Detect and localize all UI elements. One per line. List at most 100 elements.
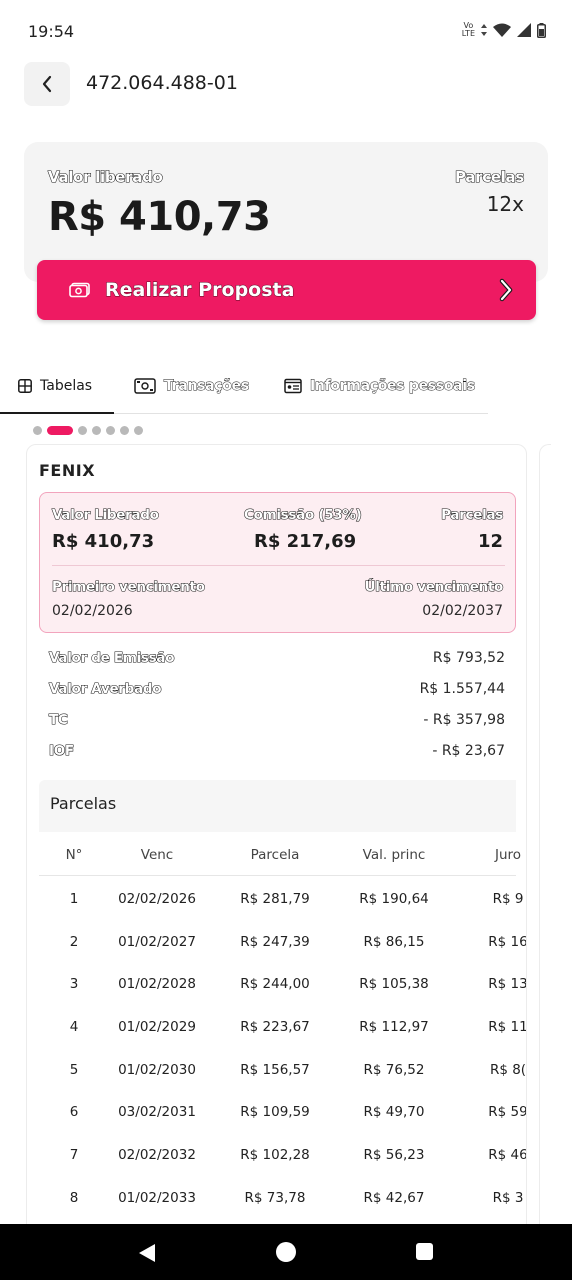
cell-venc: 02/02/2026: [118, 891, 196, 907]
pager-dot[interactable]: [106, 426, 115, 435]
hl-comissao-label: Comissão (53%): [243, 506, 362, 523]
cell-parcela: R$ 281,79: [240, 891, 310, 907]
hl-primeiro-value: 02/02/2026: [52, 603, 133, 619]
cell-parcela: R$ 102,28: [240, 1147, 310, 1164]
column-header: N°: [65, 847, 83, 863]
cell-num: 7: [69, 1147, 79, 1164]
pager-dots: [33, 426, 143, 435]
tab-informacoes-pessoais[interactable]: Informações pessoais: [284, 378, 476, 395]
cell-parcela: R$ 244,00: [240, 976, 310, 993]
hl-parcelas-value: 12: [477, 531, 503, 552]
cell-venc: 01/02/2029: [118, 1019, 196, 1036]
cell-num: 3: [69, 976, 79, 993]
nav-back-icon[interactable]: [138, 1243, 156, 1263]
cell-juro: R$ 9: [492, 891, 524, 907]
money-icon: [134, 378, 156, 394]
parcelas-value: 12x: [486, 192, 524, 216]
cell-parcela: R$ 156,57: [240, 1061, 310, 1078]
nav-home-icon[interactable]: [276, 1242, 296, 1262]
cell-val-princ: R$ 76,52: [363, 1061, 425, 1078]
hl-comissao-value: R$ 217,69: [254, 531, 357, 552]
parcelas-title: Parcelas: [50, 794, 117, 813]
column-header: Parcela: [250, 847, 300, 863]
tab-transacoes[interactable]: Transações: [134, 378, 250, 394]
cell-juro: R$ 13: [488, 976, 527, 993]
highlight-box: Valor Liberado R$ 410,73 Comissão (53%) …: [39, 492, 516, 633]
cell-num: 6: [69, 1104, 79, 1121]
hl-ultimo-value: 02/02/2037: [422, 603, 503, 619]
cell-venc: 01/02/2028: [118, 976, 196, 993]
money-icon: [69, 282, 90, 298]
table-row: 6 03/02/2031 R$ 109,59 R$ 49,70 R$ 59: [39, 1089, 526, 1132]
hl-valor-label: Valor Liberado: [51, 506, 159, 523]
detail-value: - R$ 23,67: [432, 743, 505, 759]
tab-tabelas-label: Tabelas: [40, 378, 93, 394]
detail-label: Valor de Emissão: [48, 649, 175, 666]
table-row: 4 01/02/2029 R$ 223,67 R$ 112,97 R$ 11: [39, 1004, 526, 1047]
cell-juro: R$ 8(: [489, 1061, 527, 1078]
realizar-proposta-button[interactable]: Realizar Proposta: [37, 260, 536, 320]
hl-ultimo-label: Último vencimento: [364, 578, 504, 595]
detail-row-emissao: Valor de Emissão R$ 793,52: [48, 649, 505, 681]
detail-row-averbado: Valor Averbado R$ 1.557,44: [48, 680, 505, 712]
cell-val-princ: R$ 105,38: [359, 976, 429, 993]
valor-liberado-label: Valor liberado: [47, 167, 163, 186]
pager-dot[interactable]: [33, 426, 42, 435]
volte-icon: Vo LTE: [461, 21, 475, 38]
parcelas-table[interactable]: N° Venc Parcela Val. princ Juro 1 02/02/…: [39, 832, 526, 1218]
tab-informacoes-label: Informações pessoais: [310, 378, 476, 395]
cell-venc: 01/02/2027: [118, 933, 196, 950]
back-button[interactable]: [24, 62, 70, 106]
table-row: 7 02/02/2032 R$ 102,28 R$ 56,23 R$ 46: [39, 1132, 526, 1175]
pager-dot[interactable]: [120, 426, 129, 435]
pager-dot[interactable]: [92, 426, 101, 435]
column-header: Venc: [140, 847, 174, 863]
parcelas-label: Parcelas: [454, 167, 524, 186]
table-row: 1 02/02/2026 R$ 281,79 R$ 190,64 R$ 9: [39, 876, 524, 919]
cell-juro: R$ 16: [488, 933, 527, 950]
cell-val-princ: R$ 86,15: [363, 933, 425, 950]
table-row: 3 01/02/2028 R$ 244,00 R$ 105,38 R$ 13: [39, 961, 526, 1004]
table-body: 1 02/02/2026 R$ 281,79 R$ 190,64 R$ 9 2 …: [39, 876, 526, 1218]
details-list: Valor de Emissão R$ 793,52 Valor Averbad…: [48, 649, 505, 774]
nav-recents-icon[interactable]: [416, 1243, 433, 1260]
cell-juro: R$ 3: [492, 1189, 524, 1206]
hl-primeiro-label: Primeiro vencimento: [51, 578, 205, 595]
pager-dot[interactable]: [78, 426, 87, 435]
cell-num: 8: [69, 1189, 79, 1206]
tab-bar: Tabelas Transações Informações pessoais: [0, 370, 572, 414]
status-bar: 19:54 Vo LTE: [0, 0, 572, 64]
battery-icon: [537, 22, 546, 38]
valor-liberado-value: R$ 410,73: [48, 194, 271, 240]
column-header: Val. princ: [362, 847, 426, 863]
hl-valor-value: R$ 410,73: [52, 531, 155, 552]
cell-venc: 01/02/2033: [118, 1189, 196, 1206]
parcelas-section-header: Parcelas: [39, 780, 516, 832]
chevron-right-icon: [499, 278, 513, 302]
table-row: 2 01/02/2027 R$ 247,39 R$ 86,15 R$ 16: [39, 919, 526, 962]
pager-dot[interactable]: [134, 426, 143, 435]
table-row: 8 01/02/2033 R$ 73,78 R$ 42,67 R$ 3: [39, 1175, 524, 1218]
tab-divider: [114, 413, 488, 414]
detail-label: TC: [48, 711, 68, 728]
pager-dot-active[interactable]: [47, 426, 73, 435]
wifi-icon: [493, 23, 511, 37]
next-card-edge[interactable]: [539, 444, 551, 1244]
tabela-card: FENIX Valor Liberado R$ 410,73 Comissão …: [26, 444, 527, 1244]
page-title: 472.064.488-01: [86, 72, 238, 94]
header: 472.064.488-01: [0, 60, 572, 108]
cell-venc: 03/02/2031: [118, 1104, 196, 1121]
table-header: N° Venc Parcela Val. princ Juro: [39, 832, 521, 876]
cell-venc: 02/02/2032: [118, 1147, 196, 1164]
cell-parcela: R$ 73,78: [244, 1189, 306, 1206]
detail-value: R$ 793,52: [432, 650, 505, 666]
signal-icon: [517, 23, 531, 37]
tab-tabelas[interactable]: Tabelas: [18, 378, 92, 394]
cell-venc: 01/02/2030: [118, 1061, 196, 1078]
table-icon: [18, 379, 32, 393]
id-card-icon: [284, 378, 302, 394]
hl-parcelas-label: Parcelas: [441, 506, 504, 523]
cell-val-princ: R$ 190,64: [359, 891, 429, 907]
realizar-proposta-label: Realizar Proposta: [105, 279, 295, 302]
cell-parcela: R$ 247,39: [240, 933, 310, 950]
